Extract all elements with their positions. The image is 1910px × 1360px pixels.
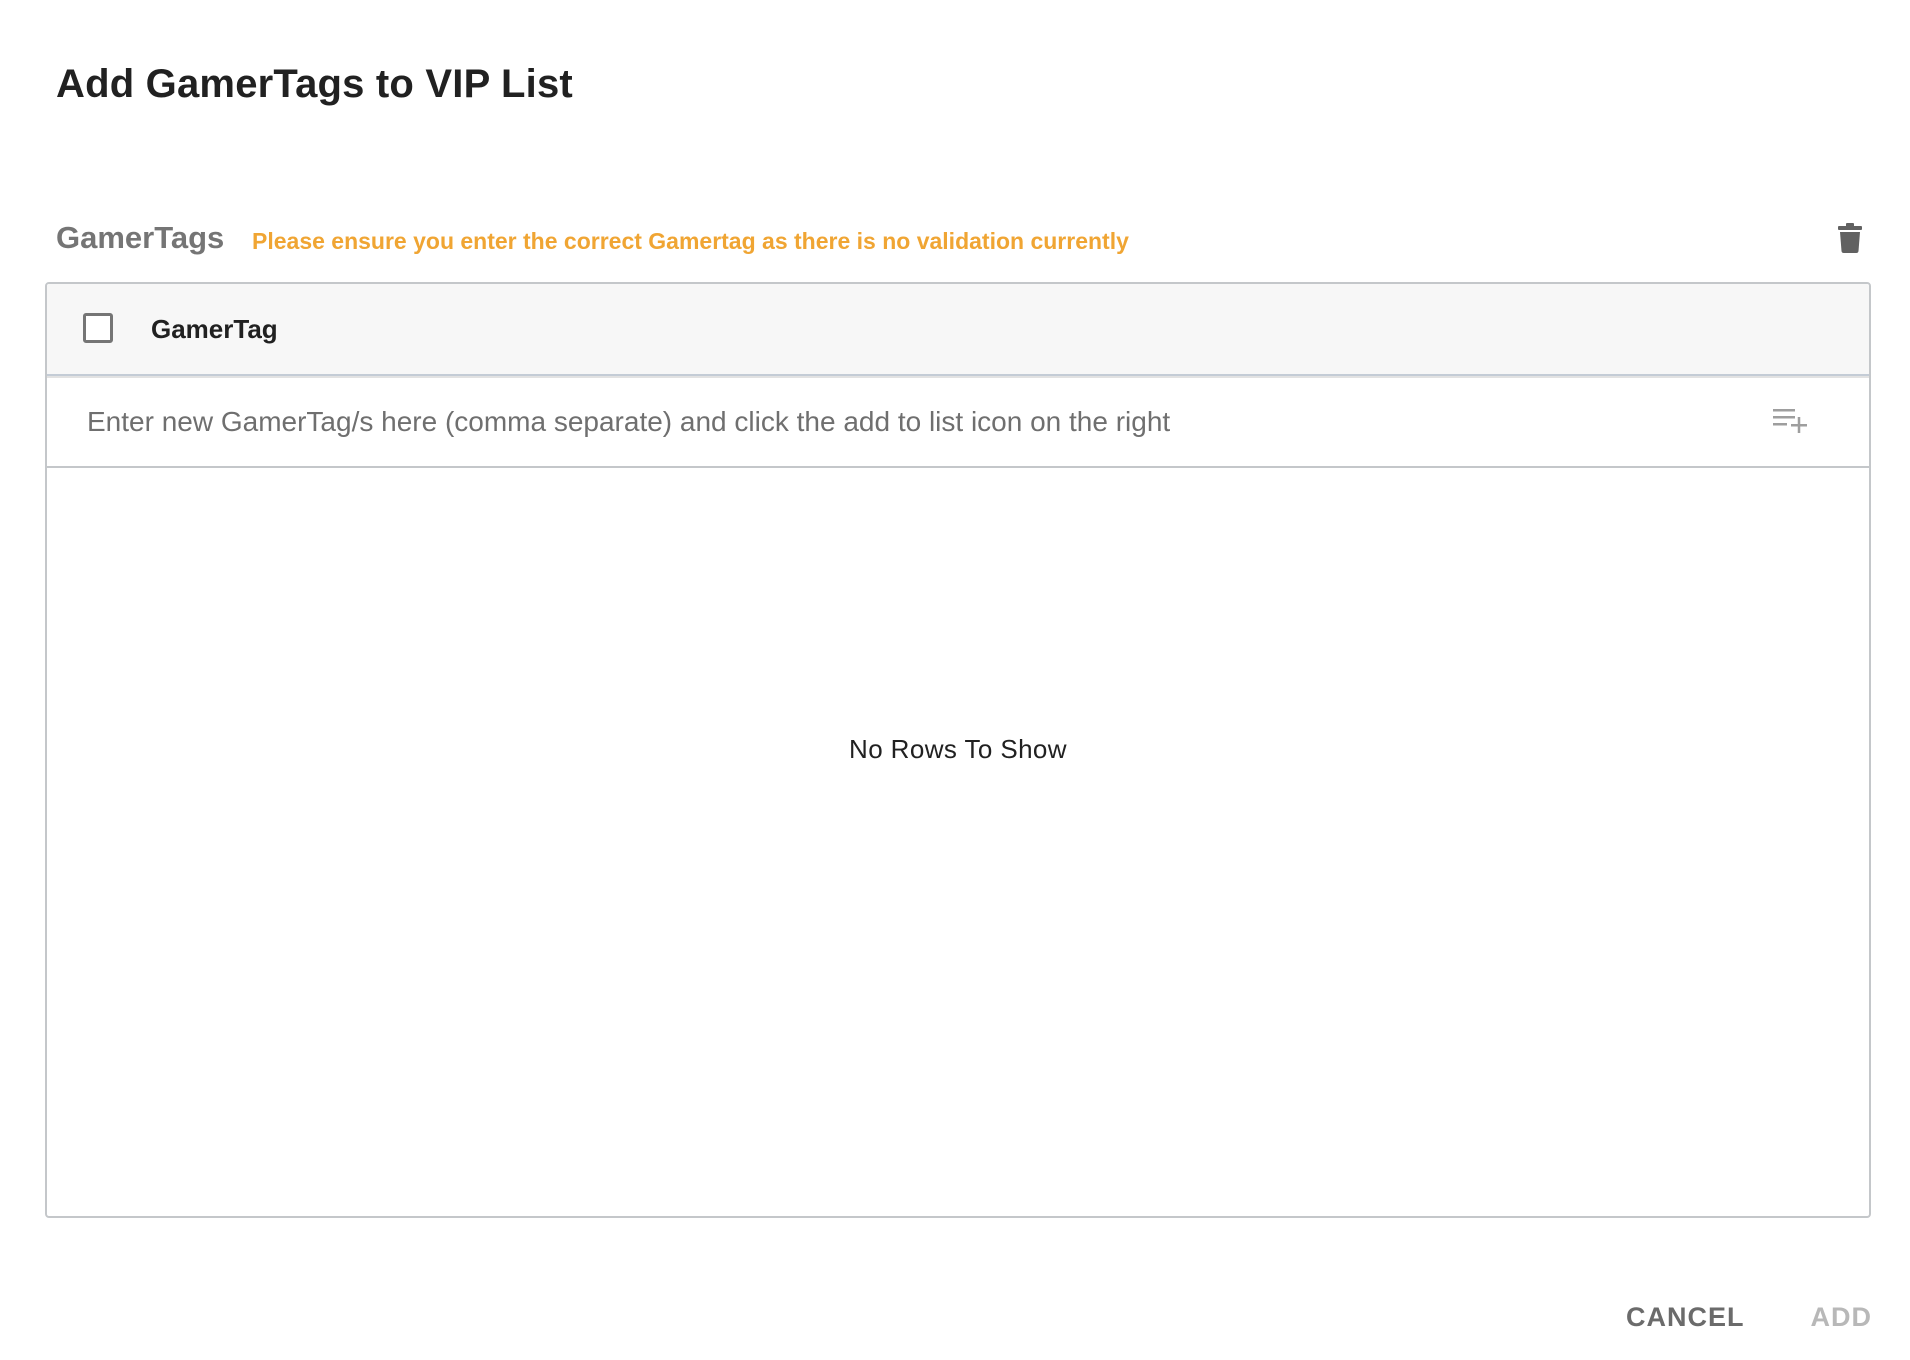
cancel-button[interactable]: CANCEL (1608, 1294, 1763, 1341)
grid-header: GamerTag (47, 284, 1869, 376)
dialog-title: Add GamerTags to VIP List (56, 62, 573, 106)
playlist-add-icon (1771, 405, 1811, 440)
column-header-gamertag: GamerTag (151, 314, 278, 344)
section-label: GamerTags (56, 220, 225, 255)
trash-icon (1837, 222, 1863, 258)
gamertags-section-header: GamerTags Please ensure you enter the co… (56, 216, 1874, 264)
no-rows-message: No Rows To Show (849, 734, 1067, 764)
add-gamertags-dialog: Add GamerTags to VIP List GamerTags Plea… (0, 0, 1910, 1360)
validation-warning: Please ensure you enter the correct Game… (252, 228, 1129, 254)
gamertag-grid: GamerTag No Rows To Show (45, 282, 1871, 1218)
dialog-actions: CANCEL ADD (1608, 1292, 1890, 1342)
delete-button[interactable] (1826, 216, 1874, 264)
gamertag-input[interactable] (87, 392, 1747, 452)
select-all-checkbox[interactable] (83, 313, 113, 343)
add-to-list-button[interactable] (1769, 400, 1813, 444)
new-gamertag-row (47, 376, 1869, 468)
add-button[interactable]: ADD (1793, 1294, 1891, 1341)
